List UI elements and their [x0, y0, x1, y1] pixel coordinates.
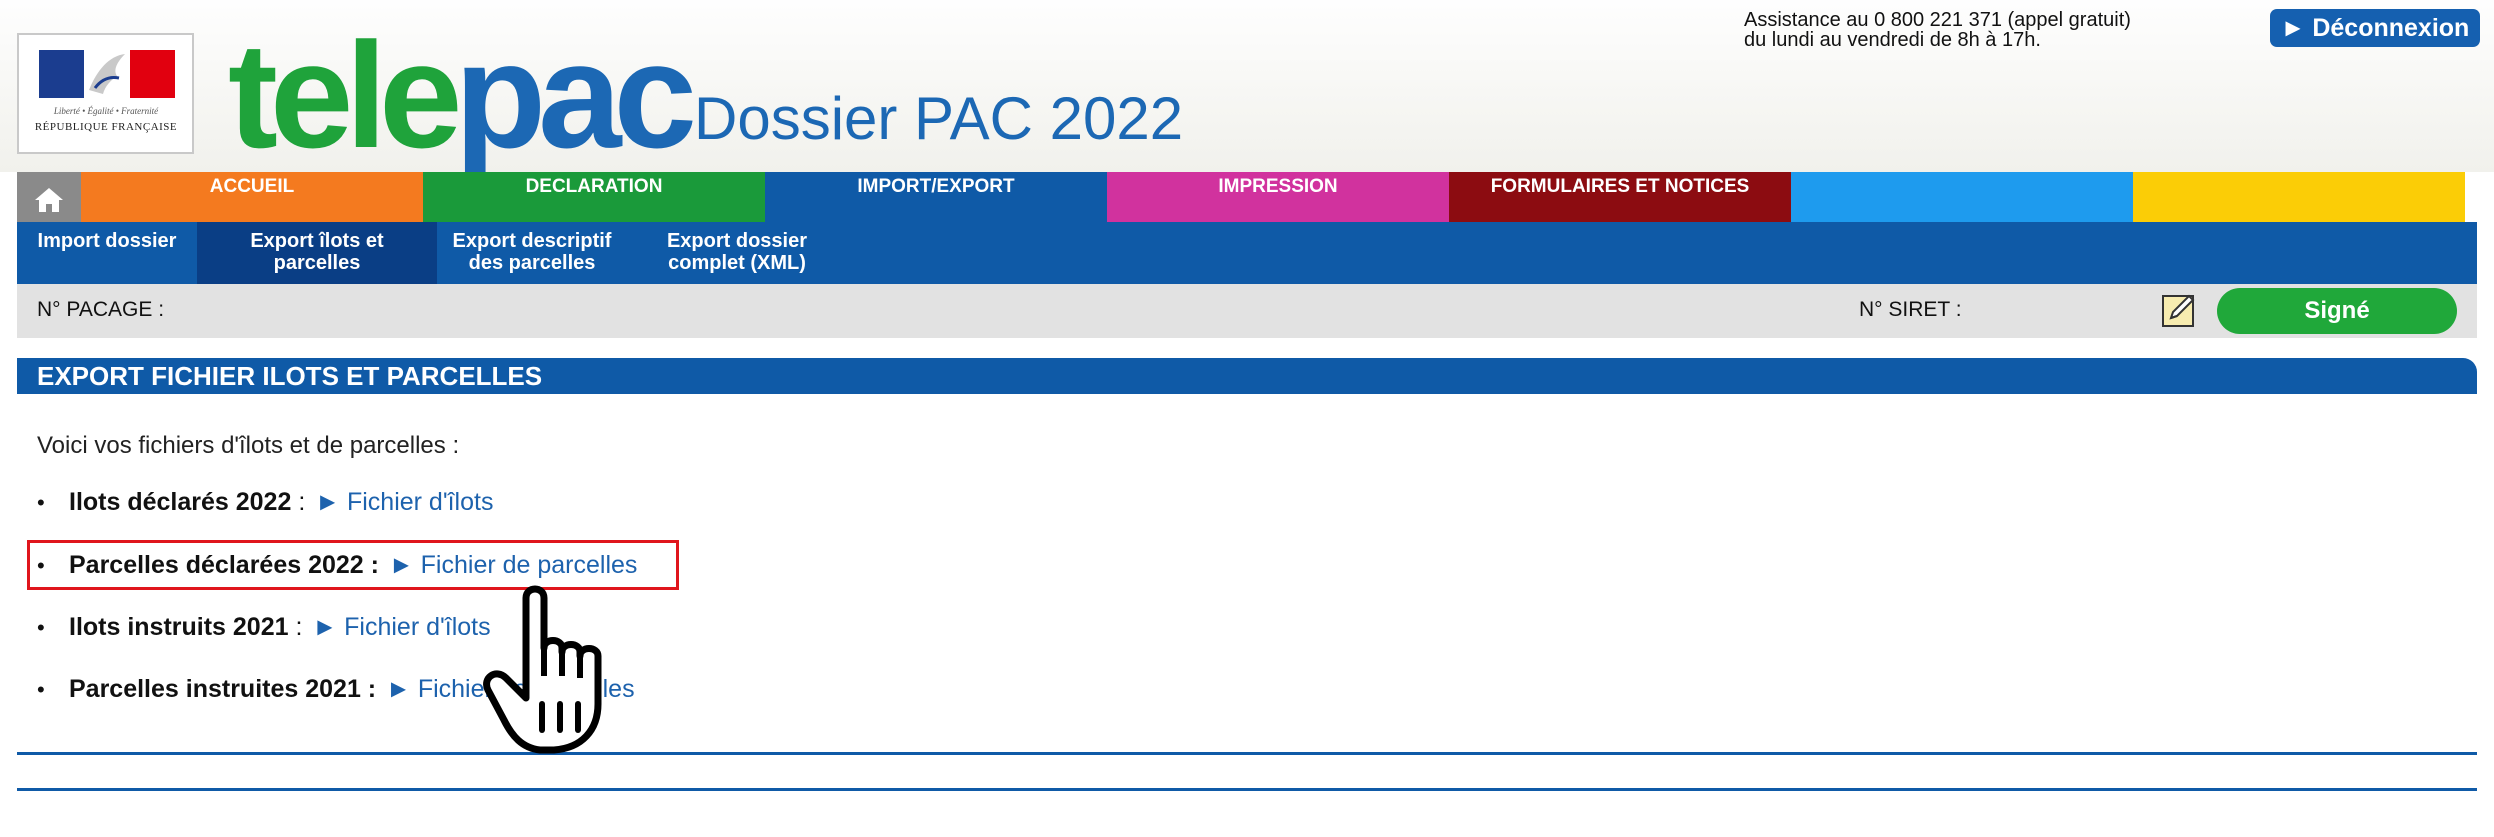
file-separator: : [291, 488, 306, 516]
fichier-ilots-2021-link[interactable]: ► Fichier d'îlots [312, 613, 490, 641]
siret-label: N° SIRET : [1859, 298, 1962, 321]
bullet: • [37, 677, 45, 702]
fichier-ilots-2022-link[interactable]: ► Fichier d'îlots [315, 488, 493, 516]
tab-accueil[interactable]: ACCUEIL [81, 172, 423, 222]
marianne-flag-icon [39, 50, 175, 98]
logout-button[interactable]: ► Déconnexion [2270, 9, 2480, 47]
home-button[interactable] [17, 172, 81, 222]
republic-motto: Liberté • Égalité • Fraternité [53, 106, 159, 116]
assistance-phone: Assistance au 0 800 221 371 (appel gratu… [1744, 9, 2131, 31]
file-label: Ilots instruits 2021 [69, 613, 289, 641]
tab-yellow-unlabeled[interactable] [2133, 172, 2465, 222]
subnav-export-descriptif[interactable]: Export descriptif des parcelles [437, 222, 627, 284]
subnav-export-ilots-parcelles[interactable]: Export îlots et parcelles [197, 222, 437, 284]
page-title: Dossier PAC 2022 [694, 85, 1184, 152]
assistance-info: Assistance au 0 800 221 371 (appel gratu… [1744, 10, 2131, 50]
sub-nav: Import dossier Export îlots et parcelles… [17, 222, 2477, 284]
tab-blue-unlabeled[interactable] [1791, 172, 2133, 222]
pacage-label: N° PACAGE : [37, 298, 165, 321]
file-label: Ilots déclarés 2022 [69, 488, 292, 516]
tab-import-export[interactable]: IMPORT/EXPORT [765, 172, 1107, 222]
subnav-import-dossier[interactable]: Import dossier [17, 222, 197, 284]
intro-text: Voici vos fichiers d'îlots et de parcell… [37, 432, 460, 459]
bullet: • [37, 490, 45, 515]
divider [17, 752, 2477, 755]
telepac-logo[interactable]: telepac [228, 20, 697, 170]
main-nav: ACCUEIL DECLARATION IMPORT/EXPORT IMPRES… [17, 172, 2477, 222]
assistance-hours: du lundi au vendredi de 8h à 17h. [1744, 29, 2041, 51]
tab-declaration[interactable]: DECLARATION [423, 172, 765, 222]
tab-impression[interactable]: IMPRESSION [1107, 172, 1449, 222]
signed-status-button[interactable]: Signé [2217, 288, 2457, 334]
file-label: Parcelles instruites 2021 : [69, 675, 377, 703]
republique-francaise-logo: Liberté • Égalité • Fraternité RÉPUBLIQU… [17, 33, 194, 154]
list-item: • Ilots déclarés 2022 : ► Fichier d'îlots [37, 482, 493, 522]
file-separator: : [288, 613, 303, 641]
dossier-info-bar: N° PACAGE : N° SIRET : Signé [17, 284, 2477, 338]
divider [17, 788, 2477, 791]
section-title: EXPORT FICHIER ILOTS ET PARCELLES [17, 358, 2477, 394]
header: Liberté • Égalité • Fraternité RÉPUBLIQU… [0, 0, 2494, 172]
hand-pointer-icon [483, 585, 602, 754]
subnav-export-dossier-xml[interactable]: Export dossier complet (XML) [637, 222, 837, 284]
bullet: • [37, 615, 45, 640]
home-icon [35, 188, 63, 212]
republic-name: RÉPUBLIQUE FRANÇAISE [34, 121, 178, 133]
tab-formulaires-notices[interactable]: FORMULAIRES ET NOTICES [1449, 172, 1791, 222]
list-item: • Ilots instruits 2021 : ► Fichier d'îlots [37, 607, 491, 647]
edit-icon[interactable] [2161, 292, 2197, 328]
